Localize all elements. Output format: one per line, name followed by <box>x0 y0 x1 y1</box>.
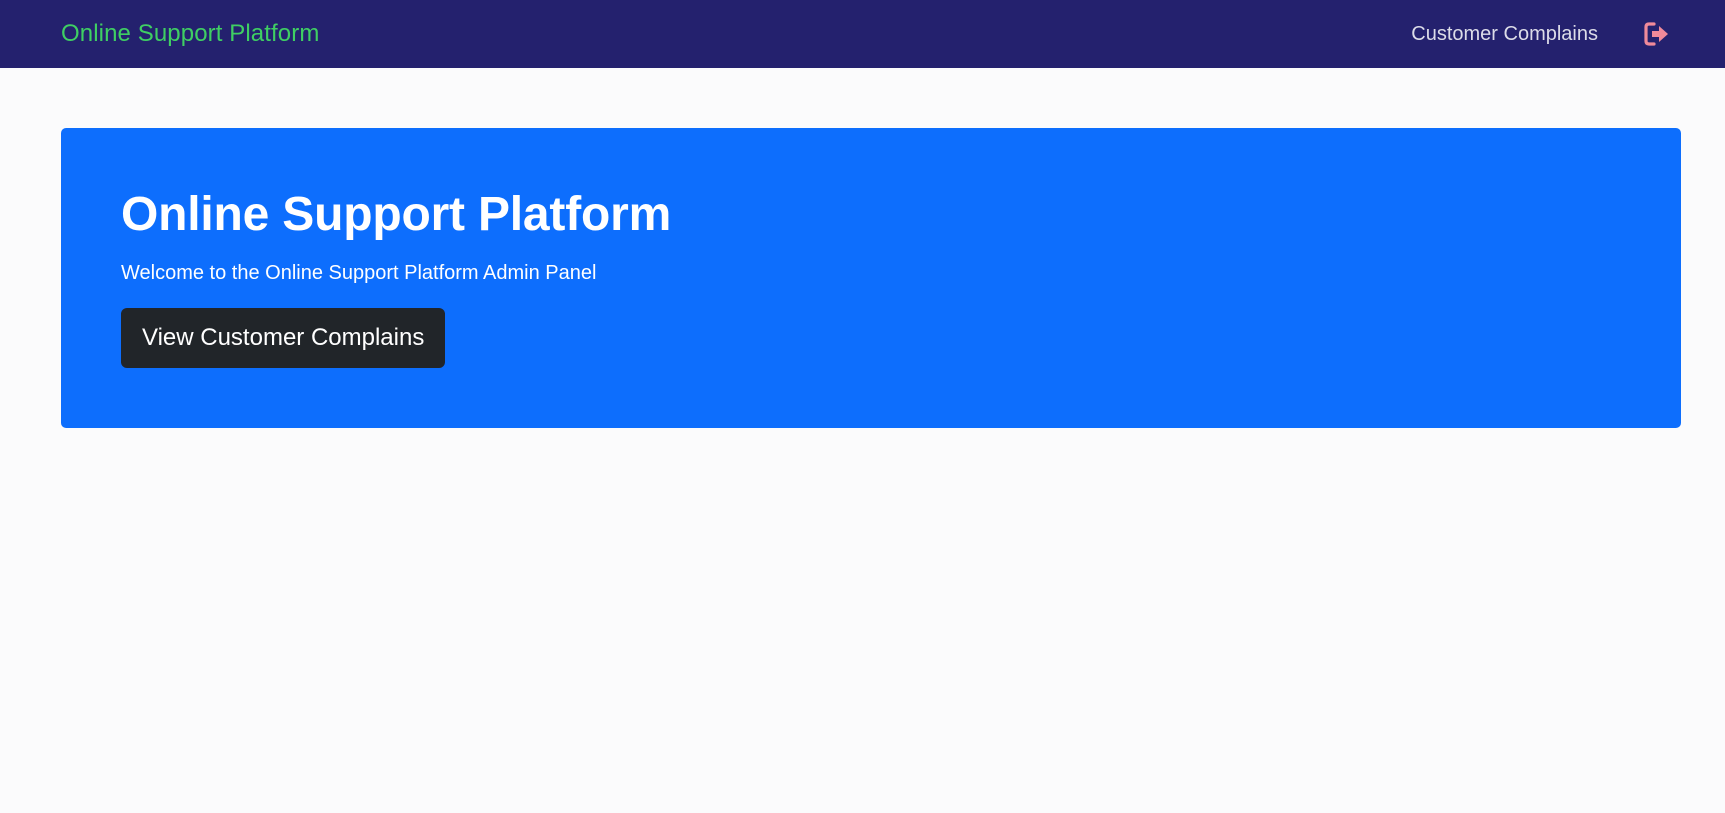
hero-title: Online Support Platform <box>121 188 672 241</box>
logout-icon[interactable] <box>1643 20 1671 48</box>
view-customer-complains-button[interactable]: View Customer Complains <box>121 308 446 368</box>
nav-link-customer-complains[interactable]: Customer Complains <box>1411 20 1598 48</box>
hero-banner: Online Support Platform Welcome to the O… <box>61 128 1681 428</box>
sign-out-icon <box>1644 22 1668 46</box>
brand-link[interactable]: Online Support Platform <box>61 18 319 50</box>
hero-subtitle: Welcome to the Online Support Platform A… <box>121 262 597 284</box>
top-navbar: Online Support Platform Customer Complai… <box>0 0 1725 68</box>
